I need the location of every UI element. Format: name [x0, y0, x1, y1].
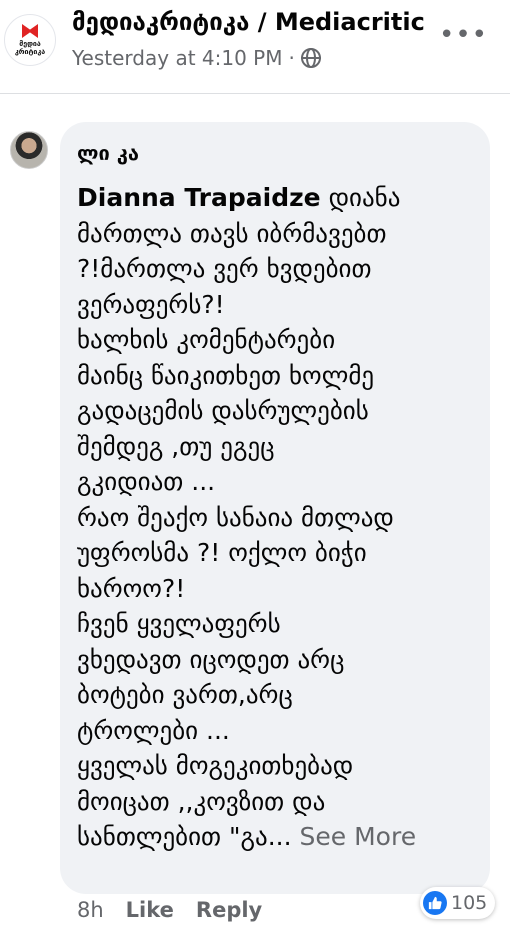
logo-text-line1: მედია: [19, 40, 41, 48]
comment-line: ხალხის კომენტარები: [77, 325, 336, 354]
logo-text-line2: კრიტიკა: [14, 48, 46, 56]
commenter-avatar[interactable]: [10, 131, 48, 169]
like-button[interactable]: Like: [126, 898, 174, 922]
commenter-name[interactable]: ლი კა: [77, 140, 474, 180]
comment-line: მოიცათ ,,კოვზით და: [77, 786, 326, 816]
page-avatar[interactable]: მედია კრიტიკა: [4, 14, 56, 66]
tagged-user-link[interactable]: Dianna Trapaidze: [77, 183, 321, 212]
meta-separator: ·: [288, 46, 295, 70]
comment-line: მაინც წაიკითხეთ ხოლმე: [77, 360, 375, 390]
reaction-summary[interactable]: 105: [420, 887, 496, 919]
comment-actions: 8h Like Reply: [77, 898, 262, 922]
comment-line: გკიდიათ ...: [77, 467, 216, 496]
like-icon: [423, 891, 447, 915]
comment-bubble: ლი კა Dianna Trapaidze დიანა მართლა თავს…: [60, 122, 490, 894]
header-divider: [0, 93, 510, 94]
comment-line: გადაცემის დასრულების: [77, 396, 369, 425]
comment-line: დიანა: [328, 183, 401, 212]
comment-line: უფროსმა ?! ოქლო ბიჭი: [77, 538, 367, 567]
logo-icon: [22, 24, 38, 38]
comment-line: ბოტები ვართ,არც: [77, 680, 293, 709]
post-timestamp[interactable]: Yesterday at 4:10 PM: [72, 46, 283, 70]
comment-line: ჩვენ ყველაფერს: [77, 609, 281, 638]
comment-text: Dianna Trapaidze დიანა მართლა თავს იბრმა…: [77, 180, 474, 855]
reaction-count: 105: [451, 892, 488, 914]
post-meta: Yesterday at 4:10 PM ·: [72, 46, 321, 70]
page-name-link[interactable]: მედიაკრიტიკა / Mediacritic: [72, 8, 425, 36]
more-options-icon[interactable]: •••: [439, 22, 488, 48]
comment-line: ვერაფერს?!: [77, 289, 225, 319]
see-more-link[interactable]: See More: [300, 822, 417, 851]
globe-icon: [300, 48, 321, 68]
comment-line: ვხედავთ იცოდეთ არც: [77, 644, 345, 674]
comment-line: ყველას მოგეკითხებად: [77, 751, 354, 780]
comment-line: ტროლები ...: [77, 715, 230, 745]
comment-line: შემდეგ ,თუ ეგეც: [77, 431, 275, 461]
post-header: მედია კრიტიკა მედიაკრიტიკა / Mediacritic…: [0, 0, 510, 92]
reply-button[interactable]: Reply: [196, 898, 262, 922]
comment-age[interactable]: 8h: [77, 898, 104, 922]
comment-line: სანთლებით "გა...: [77, 822, 292, 851]
comment-line: მართლა თავს იბრმავებთ: [77, 218, 387, 248]
comment-line: ?!მართლა ვერ ხვდებით: [77, 254, 372, 283]
comment-line: ხაროო?!: [77, 573, 186, 603]
comment-line: რაო შეაქო სანაია მთლად: [77, 502, 394, 532]
